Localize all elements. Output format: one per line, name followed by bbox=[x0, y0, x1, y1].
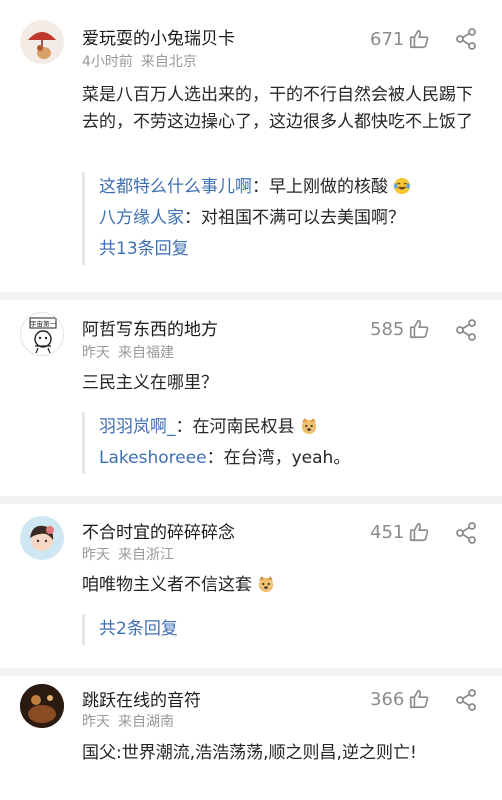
share-icon[interactable] bbox=[454, 688, 478, 712]
like-count: 585 bbox=[370, 318, 405, 340]
share-icon[interactable] bbox=[454, 27, 478, 51]
timestamp: 昨天 bbox=[82, 345, 110, 361]
location: 来自福建 bbox=[118, 345, 174, 361]
avatar[interactable] bbox=[20, 516, 64, 560]
reply-text: ：对祖国不满可以去美国啊？ bbox=[184, 208, 405, 228]
like-count: 671 bbox=[370, 28, 405, 50]
divider bbox=[0, 668, 502, 676]
comment-text: 三民主义在哪里？ bbox=[82, 373, 218, 393]
reply-list: 羽羽岚啊_：在河南民权县 Lakeshoreee：在台湾，yeah。 bbox=[82, 412, 482, 474]
like-count: 451 bbox=[370, 521, 405, 543]
username[interactable]: 不合时宜的碎碎碎念 bbox=[82, 518, 235, 543]
comment-text-row: 咱唯物主义者不信这套 bbox=[82, 572, 482, 599]
timestamp: 4小时前 bbox=[82, 54, 133, 70]
reply-author[interactable]: 羽羽岚啊_ bbox=[99, 417, 176, 437]
like-button[interactable]: 585 bbox=[370, 318, 430, 340]
thumbs-up-icon bbox=[410, 319, 429, 339]
comment-meta: 4小时前 来自北京 bbox=[82, 51, 205, 71]
laughing-tears-emoji bbox=[394, 177, 411, 195]
reply-text: ：早上刚做的核酸 bbox=[252, 177, 388, 197]
reply[interactable]: Lakeshoreee：在台湾，yeah。 bbox=[99, 443, 482, 474]
username[interactable]: 跳跃在线的音符 bbox=[82, 686, 201, 711]
reply[interactable]: 这都特么什么事儿啊：早上刚做的核酸 bbox=[99, 172, 482, 203]
svg-text:宇宙第一: 宇宙第一 bbox=[30, 319, 57, 328]
timestamp: 昨天 bbox=[82, 714, 110, 730]
avatar-cartoon-icon: 宇宙第一 bbox=[29, 317, 57, 354]
thumbs-up-icon bbox=[410, 29, 429, 49]
doge-emoji bbox=[259, 576, 274, 593]
doge-emoji bbox=[301, 418, 317, 435]
avatar[interactable] bbox=[20, 684, 64, 728]
reply-text: ：在河南民权县 bbox=[175, 417, 295, 437]
location: 来自北京 bbox=[140, 54, 197, 70]
username[interactable]: 阿哲写东西的地方 bbox=[82, 315, 218, 340]
reply[interactable]: 八方缘人家：对祖国不满可以去美国啊？ bbox=[99, 203, 482, 234]
avatar[interactable]: 宇宙第一 bbox=[20, 312, 64, 356]
reply-list: 共2条回复 bbox=[82, 614, 482, 645]
avatar-rabbit-umbrella-icon bbox=[28, 32, 56, 59]
reply-text: ：在台湾，yeah。 bbox=[206, 448, 351, 468]
comment-meta: 昨天 来自浙江 bbox=[82, 544, 182, 564]
comment-meta: 昨天 来自福建 bbox=[82, 342, 182, 362]
reply-author[interactable]: 八方缘人家 bbox=[99, 208, 184, 228]
thumbs-up-icon bbox=[410, 689, 429, 709]
username[interactable]: 爱玩耍的小兔瑞贝卡 bbox=[82, 24, 235, 49]
like-count: 366 bbox=[370, 688, 405, 710]
share-icon[interactable] bbox=[454, 318, 478, 342]
like-button[interactable]: 366 bbox=[370, 688, 430, 710]
share-icon[interactable] bbox=[454, 521, 478, 545]
timestamp: 昨天 bbox=[82, 547, 110, 563]
comment-text: 咱唯物主义者不信这套 bbox=[82, 575, 252, 595]
thumbs-up-icon bbox=[410, 522, 429, 542]
divider bbox=[0, 496, 502, 504]
comment-text: 菜是八百万人选出来的，干的不行自然会被人民踢下去的，不劳这边操心了，这边很多人都… bbox=[82, 85, 473, 132]
comment-meta: 昨天 来自湖南 bbox=[82, 711, 182, 731]
view-more-replies-link[interactable]: 共13条回复 bbox=[99, 234, 482, 265]
avatar-dark-photo-icon bbox=[20, 684, 64, 728]
divider bbox=[0, 292, 502, 300]
avatar-girl-icon bbox=[30, 525, 54, 551]
comment-text: 国父:世界潮流,浩浩荡荡,顺之则昌,逆之则亡! bbox=[82, 743, 417, 763]
like-button[interactable]: 671 bbox=[370, 28, 430, 50]
view-more-replies-link[interactable]: 共2条回复 bbox=[99, 614, 482, 645]
reply-author[interactable]: 这都特么什么事儿啊 bbox=[99, 177, 252, 197]
reply-list: 这都特么什么事儿啊：早上刚做的核酸 八方缘人家：对祖国不满可以去美国啊？ 共13… bbox=[82, 172, 482, 265]
reply-author[interactable]: Lakeshoreee bbox=[99, 448, 207, 468]
comment-4: 跳跃在线的音符 昨天 来自湖南 366 国父:世界潮流,浩浩荡荡,顺之则昌,逆之则… bbox=[0, 676, 502, 800]
reply[interactable]: 羽羽岚啊_：在河南民权县 bbox=[99, 412, 482, 443]
comment-2: 宇宙第一 阿哲写东西的地方 昨天 来自福建 585 三民主义在哪里？ 羽羽岚啊_：… bbox=[0, 300, 502, 496]
location: 来自浙江 bbox=[118, 547, 174, 563]
like-button[interactable]: 451 bbox=[370, 521, 430, 543]
comment-3: 不合时宜的碎碎碎念 昨天 来自浙江 451 咱唯物主义者不信这套 共2条回复 bbox=[0, 504, 502, 668]
avatar[interactable] bbox=[20, 20, 64, 64]
comment-1: 爱玩耍的小兔瑞贝卡 4小时前 来自北京 671 菜是八百万人选出来的，干的不行自然… bbox=[0, 0, 502, 292]
location: 来自湖南 bbox=[118, 714, 174, 730]
